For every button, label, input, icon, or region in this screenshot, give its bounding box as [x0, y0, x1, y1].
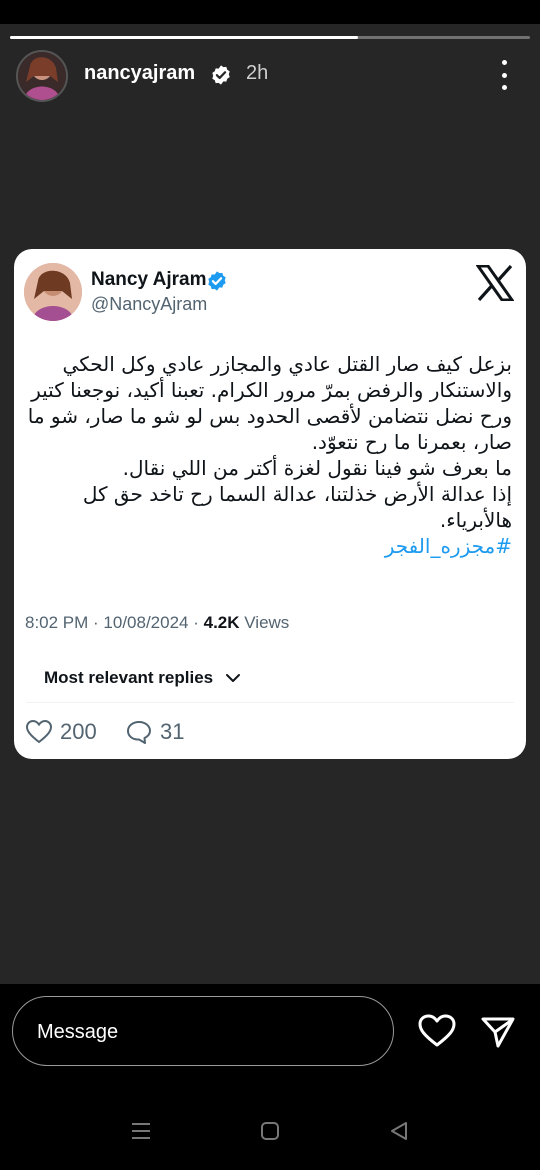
verified-badge-icon	[210, 64, 232, 91]
recent-apps-icon[interactable]	[130, 1120, 152, 1147]
message-placeholder: Message	[37, 1021, 119, 1043]
home-icon[interactable]	[259, 1120, 281, 1147]
tweet-text: بزعل كيف صار القتل عادي والمجازر عادي وك…	[26, 351, 512, 559]
divider	[26, 702, 514, 703]
back-icon[interactable]	[388, 1120, 410, 1147]
tweet-views-label: Views	[239, 613, 290, 632]
tweet-card[interactable]: Nancy Ajram @NancyAjram بزعل كيف صار الق…	[14, 249, 526, 759]
system-navigation-bar	[0, 1112, 540, 1156]
story-progress-fill	[10, 36, 359, 39]
tweet-meta: 8:02 PM · 10/08/2024 · 4.2K Views	[25, 613, 289, 633]
replies-sort-label: Most relevant replies	[44, 668, 214, 687]
tweet-line: إذا عدالة الأرض خذلتنا، عدالة السما رح ت…	[82, 482, 512, 532]
story-time: 2h	[246, 62, 269, 84]
heart-icon[interactable]	[418, 1014, 456, 1053]
tweet-line: ما بعرف شو فينا نقول لغزة أكتر من اللي ن…	[122, 456, 512, 480]
story-avatar[interactable]	[16, 50, 68, 102]
tweet-handle[interactable]: @NancyAjram	[91, 294, 207, 315]
profile-photo-icon	[24, 263, 82, 321]
story-username[interactable]: nancyajram	[84, 62, 195, 85]
profile-photo-icon	[18, 52, 66, 100]
message-input[interactable]: Message	[12, 996, 394, 1066]
tweet-hashtag[interactable]: #مجزره_الفجر	[26, 533, 512, 559]
send-icon[interactable]	[480, 1014, 516, 1055]
heart-icon	[26, 720, 52, 744]
comment-count: 31	[160, 719, 185, 744]
story-progress-bar	[10, 36, 530, 39]
tweet-line: بزعل كيف صار القتل عادي والمجازر عادي وك…	[27, 352, 512, 454]
blue-verified-icon	[206, 270, 228, 297]
story-viewer[interactable]: nancyajram 2h Nancy Ajram @NancyAjram بز…	[0, 24, 540, 984]
tweet-timestamp: 8:02 PM · 10/08/2024 ·	[25, 613, 204, 632]
tweet-avatar[interactable]	[24, 263, 82, 321]
replies-sort-button[interactable]: Most relevant replies	[44, 668, 241, 688]
reply-button[interactable]: 31	[126, 719, 184, 745]
tweet-author-name[interactable]: Nancy Ajram	[91, 269, 206, 291]
comment-icon	[127, 721, 151, 744]
like-button[interactable]: 200	[26, 719, 97, 745]
more-options-icon[interactable]	[494, 60, 514, 90]
chevron-down-icon	[226, 674, 241, 682]
x-logo-icon	[475, 264, 515, 306]
like-count: 200	[60, 719, 97, 744]
story-reply-bar: Message	[0, 984, 540, 1170]
tweet-views-count: 4.2K	[203, 613, 240, 632]
status-bar	[0, 0, 540, 24]
